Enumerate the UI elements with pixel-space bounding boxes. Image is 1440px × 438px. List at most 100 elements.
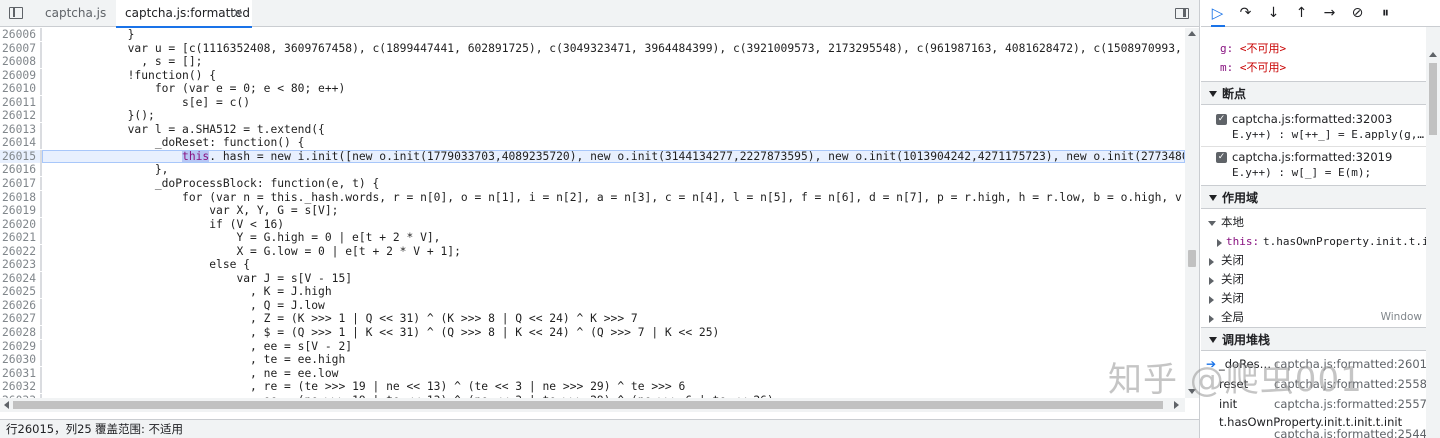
line-number[interactable]: 26024 <box>0 272 40 286</box>
scroll-up-arrow-icon[interactable] <box>1188 31 1196 36</box>
scope-closure[interactable]: 关闭 <box>1201 251 1426 270</box>
line-number[interactable]: 26006 <box>0 28 40 42</box>
line-number[interactable]: 26023 <box>0 258 40 272</box>
watch-expression[interactable]: m: <不可用> <box>1220 59 1286 77</box>
gutter-marker <box>40 244 42 258</box>
line-number[interactable]: 26022 <box>0 245 40 259</box>
callstack-section-header[interactable]: 调用堆栈 <box>1201 327 1426 351</box>
breakpoint-code[interactable]: E.y++) : w[_] = E(m); <box>1232 165 1371 181</box>
code-line[interactable]: 26032 , re = (te >>> 19 | ne << 13) ^ (t… <box>0 380 1185 394</box>
line-number[interactable]: 26028 <box>0 326 40 340</box>
line-number[interactable]: 26027 <box>0 312 40 326</box>
line-number[interactable]: 26018 <box>0 191 40 205</box>
code-line[interactable]: 26007 var u = [c(1116352408, 3609767458)… <box>0 41 1185 56</box>
step-over-icon[interactable]: ↷ <box>1237 5 1254 22</box>
code-line[interactable]: 26016 }, <box>0 163 1185 177</box>
code-line[interactable]: 26006 } <box>0 28 1185 42</box>
step-icon[interactable]: → <box>1321 5 1338 22</box>
code-line[interactable]: 26027 , Z = (K >>> 1 | Q << 31) ^ (K >>>… <box>0 312 1185 326</box>
line-number[interactable]: 26009 <box>0 69 40 83</box>
code-line[interactable]: 26029 , ee = s[V - 2] <box>0 339 1185 354</box>
line-number[interactable]: 26029 <box>0 340 40 354</box>
breakpoint-checkbox[interactable]: ✓ <box>1216 152 1227 163</box>
scrollbar-thumb[interactable] <box>1429 63 1437 135</box>
line-number[interactable]: 26030 <box>0 353 40 367</box>
code-line[interactable]: 26022 X = G.low = 0 | e[t + 2 * V + 1]; <box>0 244 1185 259</box>
scope-closure[interactable]: 关闭 <box>1201 270 1426 289</box>
code-line[interactable]: 26025 , K = J.high <box>0 285 1185 299</box>
close-icon[interactable]: × <box>232 0 243 27</box>
line-number[interactable]: 26011 <box>0 96 40 110</box>
breakpoint-checkbox[interactable]: ✓ <box>1216 114 1227 125</box>
scope-this-property[interactable]: this: t.hasOwnProperty.init.t.in <box>1201 232 1426 251</box>
code-line[interactable]: 26008 , s = []; <box>0 55 1185 69</box>
callstack-frame[interactable]: t.hasOwnProperty.init.t.init.t.init capt… <box>1201 414 1426 438</box>
scope-section-header[interactable]: 作用域 <box>1201 185 1426 209</box>
step-into-icon[interactable]: ↓ <box>1265 5 1282 22</box>
scrollbar-thumb[interactable] <box>1188 250 1196 267</box>
code-line[interactable]: 26020 if (V < 16) <box>0 217 1185 232</box>
line-number[interactable]: 26008 <box>0 55 40 69</box>
code-line[interactable]: 26028 , $ = (Q >>> 1 | K << 31) ^ (Q >>>… <box>0 326 1185 340</box>
expand-triangle-icon <box>1208 221 1216 226</box>
code-line[interactable]: 26024 var J = s[V - 15] <box>0 271 1185 286</box>
code-line[interactable]: 26013 var l = a.SHA512 = t.extend({ <box>0 122 1185 137</box>
line-number[interactable]: 26013 <box>0 123 40 137</box>
code-line[interactable]: 26031 , ne = ee.low <box>0 366 1185 381</box>
code-line[interactable]: 26017 _doProcessBlock: function(e, t) { <box>0 177 1185 191</box>
line-number[interactable]: 26012 <box>0 109 40 123</box>
line-number[interactable]: 26025 <box>0 285 40 299</box>
code-line[interactable]: 26023 else { <box>0 258 1185 272</box>
code-line[interactable]: 26010 for (var e = 0; e < 80; e++) <box>0 82 1185 96</box>
tab-captcha-js[interactable]: captcha.js <box>36 0 110 27</box>
code-line[interactable]: 26011 s[e] = c() <box>0 95 1185 110</box>
line-number[interactable]: 26031 <box>0 367 40 381</box>
breakpoint-location[interactable]: captcha.js:formatted:32003 <box>1232 111 1392 127</box>
code-line[interactable]: 26030 , te = ee.high <box>0 353 1185 367</box>
code-line-current[interactable]: 26015 this._hash = new i.init([new o.ini… <box>0 149 1185 164</box>
code-line[interactable]: 26014 _doReset: function() { <box>0 136 1185 150</box>
editor-vertical-scrollbar[interactable] <box>1185 28 1199 398</box>
navigator-toggle-icon[interactable] <box>9 7 23 19</box>
breakpoint-location[interactable]: captcha.js:formatted:32019 <box>1232 149 1392 165</box>
code-line[interactable]: 26012 }(); <box>0 109 1185 123</box>
step-out-icon[interactable]: ↑ <box>1293 5 1310 22</box>
resume-icon[interactable]: ▷ <box>1209 5 1226 27</box>
debugger-vertical-scrollbar[interactable] <box>1426 27 1440 438</box>
editor-horizontal-scrollbar[interactable] <box>0 398 1185 412</box>
code-line[interactable]: 26026 , Q = J.low <box>0 298 1185 313</box>
tab-captcha-js-formatted[interactable]: captcha.js:formatted × <box>116 0 252 28</box>
scope-global[interactable]: 全局 Window <box>1201 308 1426 327</box>
breakpoint-code[interactable]: E.y++) : w[++_] = E.apply(g,… <box>1232 127 1424 143</box>
scroll-left-arrow-icon[interactable] <box>4 401 9 409</box>
deactivate-breakpoints-icon[interactable]: ⊘ <box>1349 5 1366 22</box>
line-number[interactable]: 26014 <box>0 136 40 150</box>
line-number[interactable]: 26026 <box>0 299 40 313</box>
scroll-up-arrow-icon[interactable] <box>1429 52 1437 57</box>
code-line[interactable]: 26019 var X, Y, G = s[V]; <box>0 204 1185 218</box>
line-number[interactable]: 26021 <box>0 231 40 245</box>
pause-on-exceptions-icon[interactable]: ⏸ <box>1377 5 1394 22</box>
code-text: , $ = (Q >>> 1 | K << 31) ^ (Q >>> 8 | K… <box>250 326 720 340</box>
watch-expression[interactable]: g: <不可用> <box>1220 40 1286 58</box>
cursor-position[interactable]: 行26015，列25 <box>6 420 92 438</box>
line-number[interactable]: 26020 <box>0 218 40 232</box>
line-number[interactable]: 26017 <box>0 177 40 191</box>
breakpoints-section-header[interactable]: 断点 <box>1201 81 1426 105</box>
line-number[interactable]: 26007 <box>0 42 40 56</box>
line-number[interactable]: 26015 <box>0 150 40 164</box>
scope-closure[interactable]: 关闭 <box>1201 289 1426 308</box>
line-number[interactable]: 26019 <box>0 204 40 218</box>
code-line[interactable]: 26021 Y = G.high = 0 | e[t + 2 * V], <box>0 231 1185 245</box>
line-number[interactable]: 26016 <box>0 163 40 177</box>
scrollbar-thumb[interactable] <box>13 401 1163 409</box>
scope-local[interactable]: 本地 <box>1201 213 1426 232</box>
code-line[interactable]: 26018 for (var n = this._hash.words, r =… <box>0 190 1185 205</box>
debugger-sidebar-toggle-icon[interactable] <box>1175 8 1189 19</box>
line-number[interactable]: 26032 <box>0 380 40 394</box>
code-line[interactable]: 26009 !function() { <box>0 68 1185 83</box>
code-editor[interactable]: 26006 } 26007 var u = [c(1116352408, 3609… <box>0 28 1185 398</box>
scroll-right-arrow-icon[interactable] <box>1174 401 1179 409</box>
gutter-marker <box>40 68 42 82</box>
line-number[interactable]: 26010 <box>0 82 40 96</box>
